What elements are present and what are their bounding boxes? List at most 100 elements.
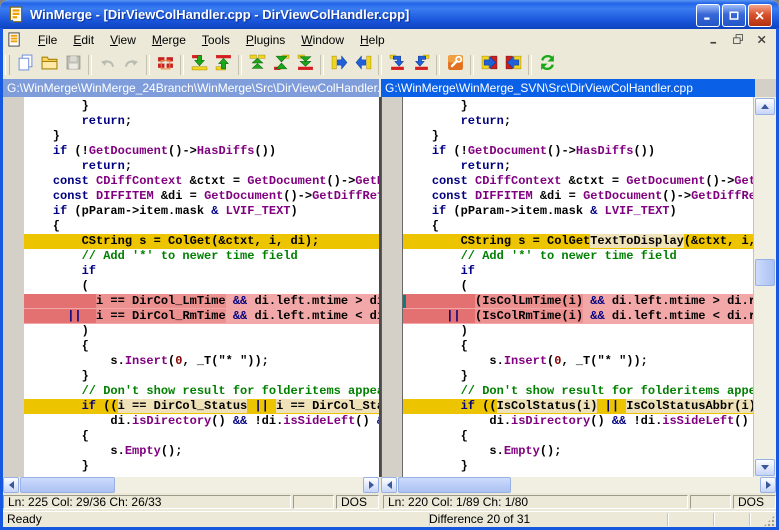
copy-left-and-advance-button[interactable] (409, 53, 433, 77)
toolbar-grip[interactable] (5, 55, 10, 75)
maximize-button[interactable] (722, 4, 746, 27)
last-difference-button[interactable] (293, 53, 317, 77)
code-line[interactable]: const CDiffContext &ctxt = GetDocument()… (24, 174, 379, 189)
code-line[interactable]: CString s = ColGet(&ctxt, i, di); (24, 234, 379, 249)
code-line[interactable]: { (24, 219, 379, 234)
minimize-button[interactable] (696, 4, 720, 27)
code-line[interactable]: { (24, 429, 379, 444)
scroll-down-button[interactable] (755, 459, 775, 476)
code-line[interactable]: // Add '*' to newer time field (24, 249, 379, 264)
previous-difference-button[interactable] (211, 53, 235, 77)
copy-right-and-advance-button[interactable] (385, 53, 409, 77)
left-pane-hscroll-thumb[interactable] (20, 477, 115, 493)
all-left-icon (505, 54, 522, 76)
current-difference-button[interactable] (269, 53, 293, 77)
child-restore-button[interactable] (728, 31, 748, 47)
code-line[interactable]: { (24, 339, 379, 354)
scroll-up-button[interactable] (755, 98, 775, 115)
code-line[interactable]: const DIFFITEM &di = GetDocument()->GetD… (24, 189, 379, 204)
code-line[interactable]: if (!GetDocument()->HasDiffs()) (403, 144, 753, 159)
code-line[interactable]: s.Insert(0, _T("* ")); (403, 354, 753, 369)
code-line[interactable]: ( (403, 279, 753, 294)
menu-help[interactable]: Help (352, 31, 393, 49)
first-difference-button[interactable] (245, 53, 269, 77)
code-line[interactable]: return; (403, 159, 753, 174)
winmerge-app-icon[interactable] (7, 6, 25, 24)
code-line[interactable]: // Don't show result for folderitems app… (24, 384, 379, 399)
copy-left-button[interactable] (351, 53, 375, 77)
left-pane-scroll-right-button[interactable] (363, 477, 379, 493)
code-line[interactable]: } (24, 369, 379, 384)
left-pane-header[interactable]: G:\WinMerge\WinMerge_24Branch\WinMerge\S… (3, 79, 379, 97)
vertical-scrollbar[interactable] (753, 97, 776, 477)
new-file-button[interactable] (13, 53, 37, 77)
code-line[interactable]: if ((i == DirCol_Status || i == DirCol_S… (24, 399, 379, 414)
menu-edit[interactable]: Edit (65, 31, 102, 49)
code-line[interactable]: // Add '*' to newer time field (403, 249, 753, 264)
code-line[interactable]: i == DirCol_LmTime && di.left.mtime > di… (24, 294, 379, 309)
code-line[interactable]: return; (24, 114, 379, 129)
code-line[interactable]: if (403, 264, 753, 279)
next-difference-button[interactable] (187, 53, 211, 77)
code-line[interactable]: if (!GetDocument()->HasDiffs()) (24, 144, 379, 159)
code-line[interactable]: s.Empty(); (403, 444, 753, 459)
code-line[interactable]: (IsColLmTime(i) && di.left.mtime > di.ri… (403, 294, 753, 309)
code-line[interactable]: return; (24, 159, 379, 174)
code-line[interactable]: CString s = ColGetTextToDisplay(&ctxt, i… (403, 234, 753, 249)
menu-tools[interactable]: Tools (194, 31, 238, 49)
right-horizontal-scrollbar[interactable] (381, 477, 776, 493)
code-line[interactable]: || i == DirCol_RmTime && di.left.mtime <… (24, 309, 379, 324)
right-pane-scroll-left-button[interactable] (381, 477, 397, 493)
options-button[interactable] (443, 53, 467, 77)
code-line[interactable]: // Don't show result for folderitems app… (403, 384, 753, 399)
refresh-button[interactable] (535, 53, 559, 77)
code-line[interactable]: const CDiffContext &ctxt = GetDocument()… (403, 174, 753, 189)
close-button[interactable] (748, 4, 772, 27)
code-line[interactable]: s.Empty(); (24, 444, 379, 459)
menu-merge[interactable]: Merge (144, 31, 194, 49)
code-line[interactable]: if ((IsColStatus(i) || IsColStatusAbbr(i… (403, 399, 753, 414)
code-line[interactable]: ( (24, 279, 379, 294)
copy-right-button[interactable] (327, 53, 351, 77)
vertical-scroll-thumb[interactable] (755, 259, 775, 286)
menu-window[interactable]: Window (293, 31, 352, 49)
code-line[interactable]: if (pParam->item.mask & LVIF_TEXT) (403, 204, 753, 219)
code-line[interactable]: } (24, 129, 379, 144)
code-line[interactable]: di.isDirectory() && !di.isSideLeft() && (403, 414, 753, 429)
copy-all-right-button[interactable] (477, 53, 501, 77)
left-horizontal-scrollbar[interactable] (3, 477, 379, 493)
menu-view[interactable]: View (102, 31, 144, 49)
code-line[interactable]: } (403, 99, 753, 114)
left-code-pane[interactable]: } return; } if (!GetDocument()->HasDiffs… (24, 97, 379, 477)
right-pane-scroll-right-button[interactable] (760, 477, 776, 493)
right-code-pane[interactable]: } return; } if (!GetDocument()->HasDiffs… (403, 97, 753, 477)
code-line[interactable]: } (24, 99, 379, 114)
code-line[interactable]: return; (403, 114, 753, 129)
code-line[interactable]: } (24, 459, 379, 474)
left-pane-scroll-left-button[interactable] (3, 477, 19, 493)
view-differences-button[interactable] (153, 53, 177, 77)
code-line[interactable]: ) (24, 324, 379, 339)
menu-file[interactable]: File (30, 31, 65, 49)
child-minimize-button[interactable] (704, 31, 724, 47)
code-line[interactable]: { (403, 339, 753, 354)
open-button[interactable] (37, 53, 61, 77)
code-line[interactable]: { (403, 219, 753, 234)
code-line[interactable]: || (IsColRmTime(i) && di.left.mtime < di… (403, 309, 753, 324)
code-line[interactable]: ) (403, 324, 753, 339)
child-close-button[interactable] (752, 31, 772, 47)
code-line[interactable]: } (403, 129, 753, 144)
code-line[interactable]: if (24, 264, 379, 279)
code-line[interactable]: const DIFFITEM &di = GetDocument()->GetD… (403, 189, 753, 204)
code-line[interactable]: di.isDirectory() && !di.isSideLeft() && (24, 414, 379, 429)
right-pane-hscroll-thumb[interactable] (398, 477, 511, 493)
code-line[interactable]: s.Insert(0, _T("* ")); (24, 354, 379, 369)
code-line[interactable]: } (403, 459, 753, 474)
right-pane-header[interactable]: G:\WinMerge\WinMerge_SVN\Src\DirViewColH… (381, 79, 755, 97)
code-line[interactable]: } (403, 369, 753, 384)
menu-plugins[interactable]: Plugins (238, 31, 293, 49)
code-line[interactable]: if (pParam->item.mask & LVIF_TEXT) (24, 204, 379, 219)
copy-all-left-button[interactable] (501, 53, 525, 77)
code-line[interactable]: { (403, 429, 753, 444)
document-icon[interactable] (7, 32, 22, 47)
